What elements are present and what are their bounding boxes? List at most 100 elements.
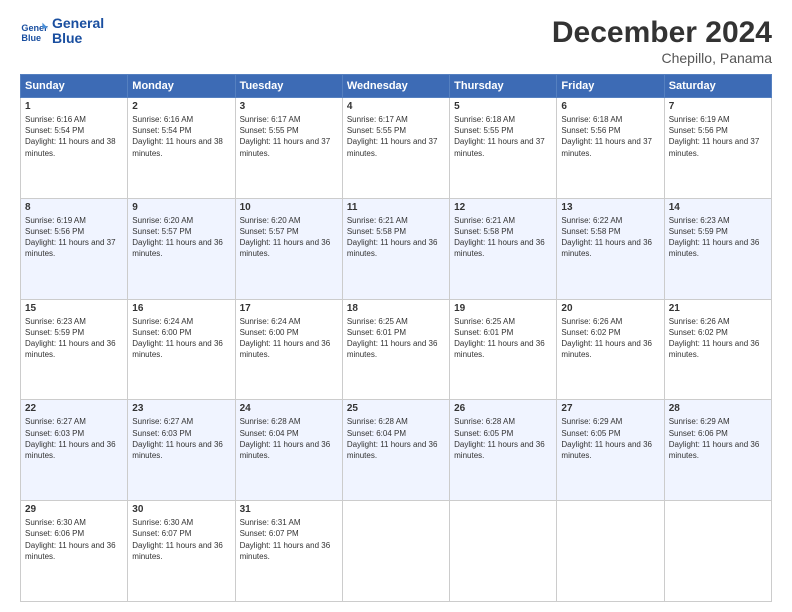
col-header-sunday: Sunday [21,75,128,98]
calendar-cell: 22 Sunrise: 6:27 AM Sunset: 6:03 PM Dayli… [21,400,128,501]
calendar-cell: 13 Sunrise: 6:22 AM Sunset: 5:58 PM Dayli… [557,198,664,299]
day-number: 9 [132,202,230,213]
day-number: 31 [240,504,338,515]
day-number: 12 [454,202,552,213]
calendar-week-3: 15 Sunrise: 6:23 AM Sunset: 5:59 PM Dayli… [21,299,772,400]
day-number: 3 [240,101,338,112]
title-block: December 2024 Chepillo, Panama [552,16,772,66]
day-info: Sunrise: 6:29 AM Sunset: 6:06 PM Dayligh… [669,416,767,461]
calendar-cell: 31 Sunrise: 6:31 AM Sunset: 6:07 PM Dayli… [235,501,342,602]
day-number: 1 [25,101,123,112]
col-header-friday: Friday [557,75,664,98]
calendar-cell: 20 Sunrise: 6:26 AM Sunset: 6:02 PM Dayli… [557,299,664,400]
calendar-cell: 15 Sunrise: 6:23 AM Sunset: 5:59 PM Dayli… [21,299,128,400]
calendar-cell: 23Sunrise: 6:27 AM Sunset: 6:03 PM Dayli… [128,400,235,501]
location: Chepillo, Panama [552,50,772,66]
calendar-cell: 14 Sunrise: 6:23 AM Sunset: 5:59 PM Dayli… [664,198,771,299]
col-header-thursday: Thursday [450,75,557,98]
calendar-cell: 21 Sunrise: 6:26 AM Sunset: 6:02 PM Dayli… [664,299,771,400]
calendar-cell: 26 Sunrise: 6:28 AM Sunset: 6:05 PM Dayli… [450,400,557,501]
day-info: Sunrise: 6:25 AM Sunset: 6:01 PM Dayligh… [454,316,552,361]
day-info: Sunrise: 6:28 AM Sunset: 6:05 PM Dayligh… [454,416,552,461]
calendar-table: SundayMondayTuesdayWednesdayThursdayFrid… [20,74,772,602]
day-number: 14 [669,202,767,213]
calendar-cell: 8 Sunrise: 6:19 AM Sunset: 5:56 PM Daylig… [21,198,128,299]
day-number: 17 [240,303,338,314]
day-info: Sunrise: 6:23 AM Sunset: 5:59 PM Dayligh… [669,215,767,260]
day-info: Sunrise: 6:19 AM Sunset: 5:56 PM Dayligh… [669,114,767,159]
day-info: Sunrise: 6:20 AM Sunset: 5:57 PM Dayligh… [240,215,338,260]
day-info: Sunrise: 6:16 AM Sunset: 5:54 PM Dayligh… [25,114,123,159]
calendar-cell: 9Sunrise: 6:20 AM Sunset: 5:57 PM Daylig… [128,198,235,299]
day-number: 20 [561,303,659,314]
calendar-cell: 16Sunrise: 6:24 AM Sunset: 6:00 PM Dayli… [128,299,235,400]
day-number: 13 [561,202,659,213]
calendar-cell: 1 Sunrise: 6:16 AM Sunset: 5:54 PM Daylig… [21,98,128,199]
day-number: 22 [25,403,123,414]
calendar-cell: 18 Sunrise: 6:25 AM Sunset: 6:01 PM Dayli… [342,299,449,400]
day-number: 11 [347,202,445,213]
day-number: 21 [669,303,767,314]
calendar-week-2: 8 Sunrise: 6:19 AM Sunset: 5:56 PM Daylig… [21,198,772,299]
calendar-cell: 30Sunrise: 6:30 AM Sunset: 6:07 PM Dayli… [128,501,235,602]
page: General Blue General Blue December 2024 … [0,0,792,612]
calendar-cell: 5Sunrise: 6:18 AM Sunset: 5:55 PM Daylig… [450,98,557,199]
calendar-cell [342,501,449,602]
day-number: 8 [25,202,123,213]
calendar-cell: 27Sunrise: 6:29 AM Sunset: 6:05 PM Dayli… [557,400,664,501]
day-info: Sunrise: 6:24 AM Sunset: 6:00 PM Dayligh… [240,316,338,361]
day-number: 18 [347,303,445,314]
day-info: Sunrise: 6:26 AM Sunset: 6:02 PM Dayligh… [669,316,767,361]
svg-text:Blue: Blue [21,33,41,43]
day-number: 27 [561,403,659,414]
col-header-monday: Monday [128,75,235,98]
calendar-cell: 6 Sunrise: 6:18 AM Sunset: 5:56 PM Daylig… [557,98,664,199]
calendar-cell [557,501,664,602]
col-header-tuesday: Tuesday [235,75,342,98]
calendar-cell [450,501,557,602]
calendar-week-1: 1 Sunrise: 6:16 AM Sunset: 5:54 PM Daylig… [21,98,772,199]
col-header-saturday: Saturday [664,75,771,98]
day-number: 15 [25,303,123,314]
calendar-week-5: 29Sunrise: 6:30 AM Sunset: 6:06 PM Dayli… [21,501,772,602]
calendar-header-row: SundayMondayTuesdayWednesdayThursdayFrid… [21,75,772,98]
day-info: Sunrise: 6:25 AM Sunset: 6:01 PM Dayligh… [347,316,445,361]
day-info: Sunrise: 6:23 AM Sunset: 5:59 PM Dayligh… [25,316,123,361]
day-info: Sunrise: 6:19 AM Sunset: 5:56 PM Dayligh… [25,215,123,260]
day-number: 29 [25,504,123,515]
day-info: Sunrise: 6:26 AM Sunset: 6:02 PM Dayligh… [561,316,659,361]
logo-icon: General Blue [20,17,48,45]
day-info: Sunrise: 6:18 AM Sunset: 5:56 PM Dayligh… [561,114,659,159]
day-info: Sunrise: 6:16 AM Sunset: 5:54 PM Dayligh… [132,114,230,159]
day-number: 16 [132,303,230,314]
calendar-cell: 25 Sunrise: 6:28 AM Sunset: 6:04 PM Dayli… [342,400,449,501]
day-number: 4 [347,101,445,112]
calendar-cell: 12 Sunrise: 6:21 AM Sunset: 5:58 PM Dayli… [450,198,557,299]
day-info: Sunrise: 6:22 AM Sunset: 5:58 PM Dayligh… [561,215,659,260]
col-header-wednesday: Wednesday [342,75,449,98]
calendar-cell: 3Sunrise: 6:17 AM Sunset: 5:55 PM Daylig… [235,98,342,199]
day-number: 6 [561,101,659,112]
calendar-cell: 11 Sunrise: 6:21 AM Sunset: 5:58 PM Dayli… [342,198,449,299]
day-number: 2 [132,101,230,112]
day-info: Sunrise: 6:31 AM Sunset: 6:07 PM Dayligh… [240,517,338,562]
day-number: 19 [454,303,552,314]
calendar-cell: 2 Sunrise: 6:16 AM Sunset: 5:54 PM Daylig… [128,98,235,199]
day-number: 26 [454,403,552,414]
calendar-cell: 4Sunrise: 6:17 AM Sunset: 5:55 PM Daylig… [342,98,449,199]
day-info: Sunrise: 6:21 AM Sunset: 5:58 PM Dayligh… [347,215,445,260]
day-info: Sunrise: 6:27 AM Sunset: 6:03 PM Dayligh… [25,416,123,461]
day-info: Sunrise: 6:28 AM Sunset: 6:04 PM Dayligh… [347,416,445,461]
day-info: Sunrise: 6:21 AM Sunset: 5:58 PM Dayligh… [454,215,552,260]
day-number: 25 [347,403,445,414]
month-title: December 2024 [552,16,772,50]
day-number: 5 [454,101,552,112]
day-number: 24 [240,403,338,414]
logo-blue: Blue [52,31,104,46]
calendar-cell: 29Sunrise: 6:30 AM Sunset: 6:06 PM Dayli… [21,501,128,602]
logo: General Blue General Blue [20,16,104,47]
header: General Blue General Blue December 2024 … [20,16,772,66]
day-number: 28 [669,403,767,414]
day-info: Sunrise: 6:28 AM Sunset: 6:04 PM Dayligh… [240,416,338,461]
calendar-cell: 10Sunrise: 6:20 AM Sunset: 5:57 PM Dayli… [235,198,342,299]
